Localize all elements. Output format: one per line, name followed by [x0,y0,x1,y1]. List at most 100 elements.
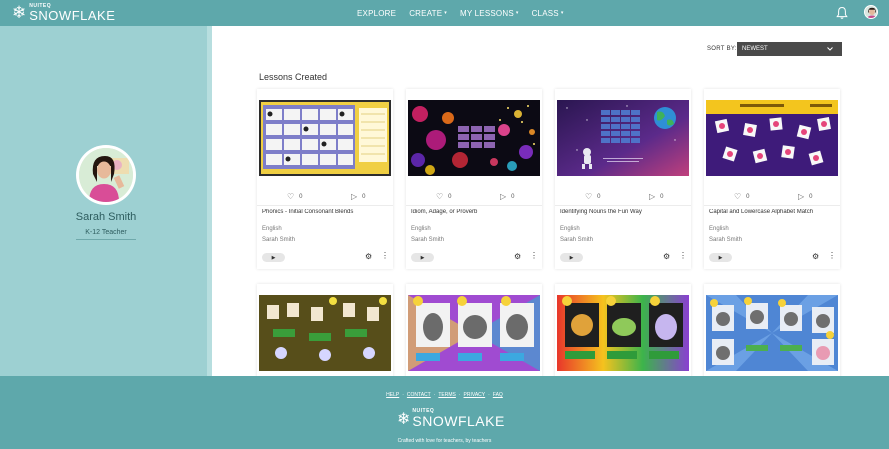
play-lesson-button[interactable]: ▶ [411,253,434,262]
more-vertical-icon[interactable]: ⋮ [530,251,538,260]
play-count: ▷ 0 [649,192,664,201]
gear-icon[interactable]: ⚙ [365,252,372,261]
lesson-stats: ♡ 0 ▷ 0 [406,192,542,202]
play-count: ▷ 0 [500,192,515,201]
lesson-thumbnail[interactable] [706,100,838,176]
play-count-value: 0 [362,193,366,200]
snowflake-logo[interactable]: ❄ NUITEQ SNOWFLAKE [12,2,115,23]
heart-icon: ♡ [436,192,444,201]
lesson-card[interactable]: ♡ 0 ▷ 0 Identifying Nouns the Fun Way Engl… [555,89,691,269]
play-lesson-button[interactable]: ▶ [262,253,285,262]
like-count-value: 0 [597,193,601,200]
avatar-image [865,6,877,18]
sort-select[interactable]: NEWEST [737,42,842,56]
footer: HELP · CONTACT · TERMS · PRIVACY · FAQ ❄ NUI… [0,376,889,449]
nav-my-lessons[interactable]: MY LESSONS ▾ [460,9,519,18]
like-count-value: 0 [299,193,303,200]
lesson-subject: English [262,226,282,232]
profile-role: K-12 Teacher [76,229,136,240]
lesson-subject: English [411,226,431,232]
card-divider [704,205,840,206]
lesson-card[interactable] [257,284,393,376]
lesson-thumbnail[interactable] [557,100,689,176]
lesson-title[interactable]: Idiom, Adage, or Proverb [411,209,539,215]
lesson-author: Sarah Smith [709,237,743,243]
play-icon: ▶ [569,254,574,261]
like-count-value: 0 [448,193,452,200]
chevron-down-icon: ▾ [515,10,519,16]
footer-link-help[interactable]: HELP [386,392,399,398]
thumbnail-purple-letter-cards [706,100,838,176]
lesson-thumbnail[interactable] [408,295,540,371]
more-vertical-icon[interactable]: ⋮ [381,251,389,260]
lesson-author: Sarah Smith [560,237,594,243]
heart-icon: ♡ [585,192,593,201]
play-icon: ▷ [500,192,507,201]
footer-link-contact[interactable]: CONTACT [407,392,431,398]
like-count-value: 0 [746,193,750,200]
lesson-author: Sarah Smith [262,237,296,243]
lesson-thumbnail[interactable] [259,100,391,176]
nav-my-lessons-label: MY LESSONS [459,8,514,18]
gear-icon[interactable]: ⚙ [663,252,670,261]
logo-text: NUITEQ SNOWFLAKE [29,4,115,23]
lesson-stats: ♡ 0 ▷ 0 [704,192,840,202]
play-icon: ▶ [271,254,276,261]
chevron-down-icon [827,47,833,51]
footer-link-faq[interactable]: FAQ [493,392,503,398]
lesson-card[interactable]: ♡ 0 ▷ 0 Idiom, Adage, or Proverb English S… [406,89,542,269]
thumbnail-dark-letter-game [259,295,391,371]
snowflake-icon: ❄ [12,2,27,23]
play-count-value: 0 [660,193,664,200]
user-avatar-button[interactable] [864,5,878,19]
like-count[interactable]: ♡ 0 [734,192,750,201]
footer-separator: · [402,392,404,398]
lesson-title[interactable]: Capital and Lowercase Alphabet Match [709,209,837,215]
profile-name: Sarah Smith [75,211,137,223]
more-vertical-icon[interactable]: ⋮ [679,251,687,260]
lesson-title[interactable]: Phonics - Initial Consonant Blends [262,209,390,215]
lesson-title[interactable]: Identifying Nouns the Fun Way [560,209,688,215]
footer-link-privacy[interactable]: PRIVACY [464,392,486,398]
lesson-card[interactable]: ♡ 0 ▷ 0 Phonics - Initial Consonant Blends… [257,89,393,269]
lesson-stats: ♡ 0 ▷ 0 [555,192,691,202]
heart-icon: ♡ [734,192,742,201]
profile-avatar [76,145,136,205]
footer-logo: ❄ NUITEQ SNOWFLAKE [397,409,505,429]
bell-icon[interactable] [836,6,848,20]
play-icon: ▶ [420,254,425,261]
lesson-card[interactable]: ♡ 0 ▷ 0 Capital and Lowercase Alphabet Mat… [704,89,840,269]
like-count[interactable]: ♡ 0 [287,192,303,201]
card-divider [555,205,691,206]
gear-icon[interactable]: ⚙ [514,252,521,261]
lesson-thumbnail[interactable] [259,295,391,371]
lesson-thumbnail[interactable] [557,295,689,371]
lesson-thumbnail[interactable] [408,100,540,176]
like-count[interactable]: ♡ 0 [436,192,452,201]
thumbnail-colorful-animals [408,295,540,371]
play-lesson-button[interactable]: ▶ [560,253,583,262]
footer-brand-main: SNOWFLAKE [412,413,505,429]
nav-explore-label: EXPLORE [357,8,397,18]
play-count: ▷ 0 [351,192,366,201]
chevron-down-icon: ▾ [444,10,447,16]
play-lesson-button[interactable]: ▶ [709,253,732,262]
gear-icon[interactable]: ⚙ [812,252,819,261]
more-vertical-icon[interactable]: ⋮ [828,251,836,260]
lesson-thumbnail[interactable] [706,295,838,371]
lesson-subject: English [560,226,580,232]
footer-logo-text: NUITEQ SNOWFLAKE [412,409,505,429]
nav-explore[interactable]: EXPLORE [357,9,396,18]
like-count[interactable]: ♡ 0 [585,192,601,201]
card-divider [406,205,542,206]
lesson-card[interactable] [406,284,542,376]
lesson-card[interactable] [704,284,840,376]
card-divider [257,205,393,206]
play-icon: ▷ [351,192,358,201]
play-icon: ▷ [798,192,805,201]
nav-class[interactable]: CLASS ▾ [532,9,564,18]
nav-create[interactable]: CREATE ▾ [409,9,447,18]
thumbnail-blue-animals [706,295,838,371]
footer-link-terms[interactable]: TERMS [438,392,456,398]
lesson-card[interactable] [555,284,691,376]
